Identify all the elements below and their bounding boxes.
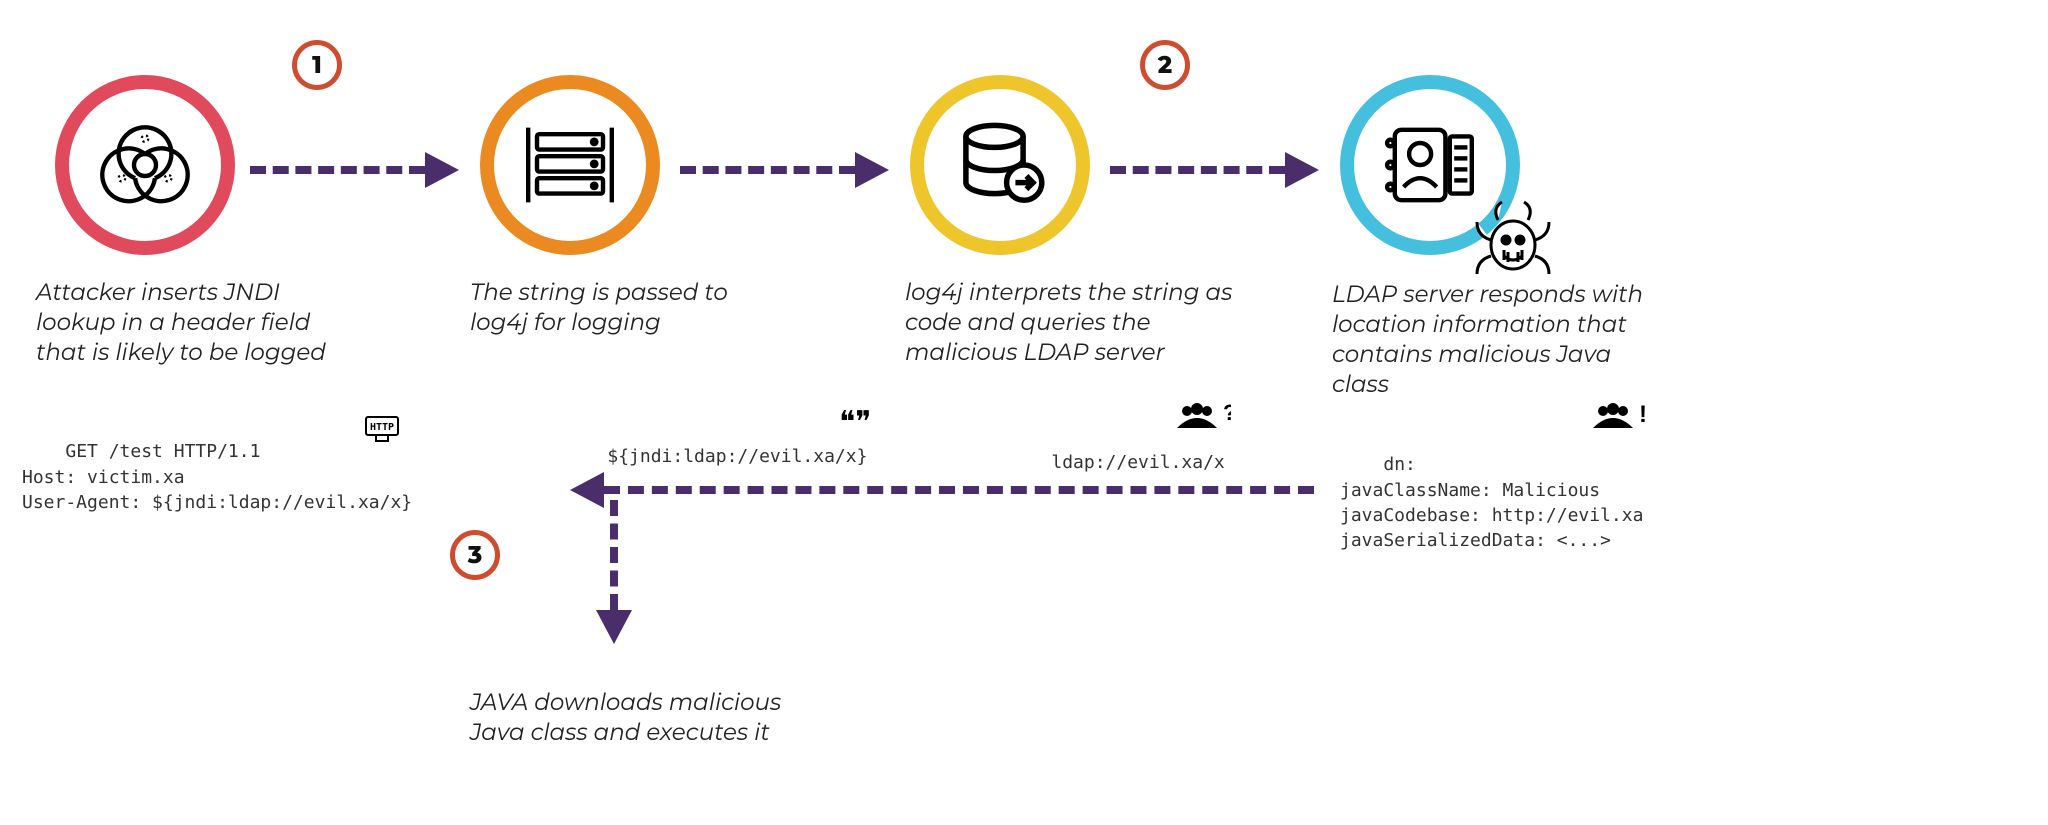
svg-text:HTTP: HTTP <box>370 422 394 433</box>
caption-download: JAVA downloads malicious Java class and … <box>470 688 790 748</box>
codebox-attacker: HTTP GET /test HTTP/1.1 Host: victim.xa … <box>14 385 420 544</box>
http-icon: HTTP <box>322 381 402 488</box>
group-question-icon: ? <box>1127 366 1230 480</box>
step-badge-2: 2 <box>1140 40 1190 90</box>
server-stack-icon <box>515 110 625 220</box>
svg-text:?: ? <box>1223 402 1231 425</box>
step-badge-3-label: 3 <box>468 541 482 570</box>
step-badge-1: 1 <box>292 40 342 90</box>
biohazard-icon <box>90 110 200 220</box>
group-exclaim-icon: ! <box>1547 368 1647 477</box>
arrow-query-to-ldap <box>1110 150 1325 190</box>
step-badge-1-label: 1 <box>312 51 322 80</box>
node-log4j <box>480 75 660 255</box>
node-attacker <box>55 75 235 255</box>
malware-bug-icon <box>1468 190 1558 280</box>
svg-text:!: ! <box>1639 402 1647 428</box>
arrow-log4j-to-query <box>680 150 895 190</box>
arrow-down-exec <box>596 500 636 650</box>
step-badge-3: 3 <box>450 530 500 580</box>
node-query <box>910 75 1090 255</box>
quotes-icon: ❝❞ <box>789 360 871 486</box>
step-badge-2-label: 2 <box>1158 51 1172 80</box>
database-arrow-icon <box>945 110 1055 220</box>
codebox-ldap: ! dn: javaClassName: Malicious javaCodeb… <box>1332 398 1651 582</box>
arrow-ldap-return <box>570 470 1320 510</box>
arrow-attacker-to-log4j <box>250 150 465 190</box>
caption-log4j: The string is passed to log4j for loggin… <box>470 278 790 338</box>
caption-query: log4j interprets the string as code and … <box>905 278 1235 368</box>
caption-attacker: Attacker inserts JNDI lookup in a header… <box>36 278 356 368</box>
